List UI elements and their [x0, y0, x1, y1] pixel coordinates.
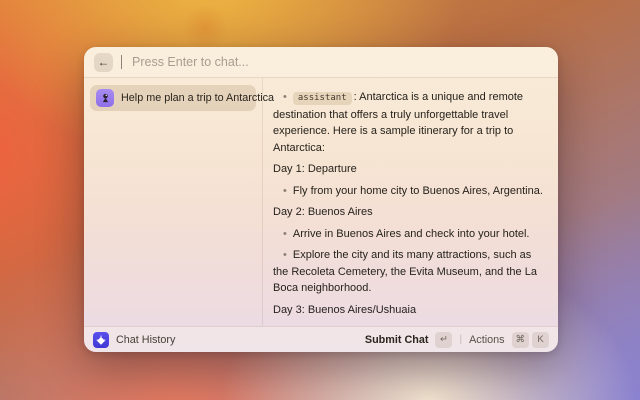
submit-chat-button[interactable]: Submit Chat [365, 334, 429, 346]
chat-avatar-icon [96, 89, 114, 107]
key-badge[interactable]: ⌘ [511, 331, 529, 348]
bullet-dot: • [283, 91, 287, 103]
pin-figure-icon [102, 93, 108, 102]
actions-button[interactable]: Actions [469, 334, 504, 346]
chat-window: ← Press Enter to chat... Help me plan a … [84, 47, 558, 352]
bullet-dot: • [283, 227, 287, 240]
day-heading: Day 1: Departure [273, 163, 357, 175]
key-badge[interactable]: K [532, 331, 549, 348]
sidebar-item-antarctica-chat[interactable]: Help me plan a trip to Antarctica [90, 85, 274, 111]
back-button[interactable]: ← [94, 52, 113, 72]
text-caret [121, 55, 122, 69]
bullet-dot: • [283, 249, 287, 261]
assistant-message-intro: • assistant: Antarctica is a unique and r… [273, 89, 546, 156]
back-arrow-icon: ← [97, 55, 110, 69]
window-body: Help me plan a trip to Antarctica • assis… [84, 78, 558, 326]
day-heading: Day 3: Buenos Aires/Ushuaia [273, 303, 417, 316]
chat-transcript: • assistant: Antarctica is a unique and r… [262, 78, 558, 326]
itinerary-bullet: • Arrive in Buenos Aires and check into y… [283, 227, 530, 240]
chat-history-button[interactable]: Chat History [116, 334, 175, 346]
return-key-badge[interactable]: ↵ [435, 331, 453, 348]
itinerary-sections: Day 1: Departure • Fly from your home city… [273, 161, 546, 326]
assistant-role-badge: assistant [292, 92, 352, 105]
chat-list-sidebar: Help me plan a trip to Antarctica [84, 78, 274, 326]
chat-input[interactable]: Press Enter to chat... [132, 55, 249, 69]
bullet-dot: • [283, 184, 287, 197]
footer-divider: | [459, 334, 463, 345]
app-logo-icon [93, 331, 109, 348]
sidebar-item-label: Help me plan a trip to Antarctica [121, 92, 275, 104]
day-heading: Day 2: Buenos Aires [273, 206, 373, 218]
raycast-glyph-icon [96, 334, 106, 345]
itinerary-bullet: • Explore the city and its many attractio… [273, 249, 537, 294]
titlebar: ← Press Enter to chat... [84, 47, 558, 78]
actions-key-badges: ⌘ K [511, 331, 549, 348]
itinerary-bullet: • Fly from your home city to Buenos Aires… [283, 184, 543, 197]
status-bar: Chat History Submit Chat ↵ | Actions ⌘ K [84, 326, 558, 352]
